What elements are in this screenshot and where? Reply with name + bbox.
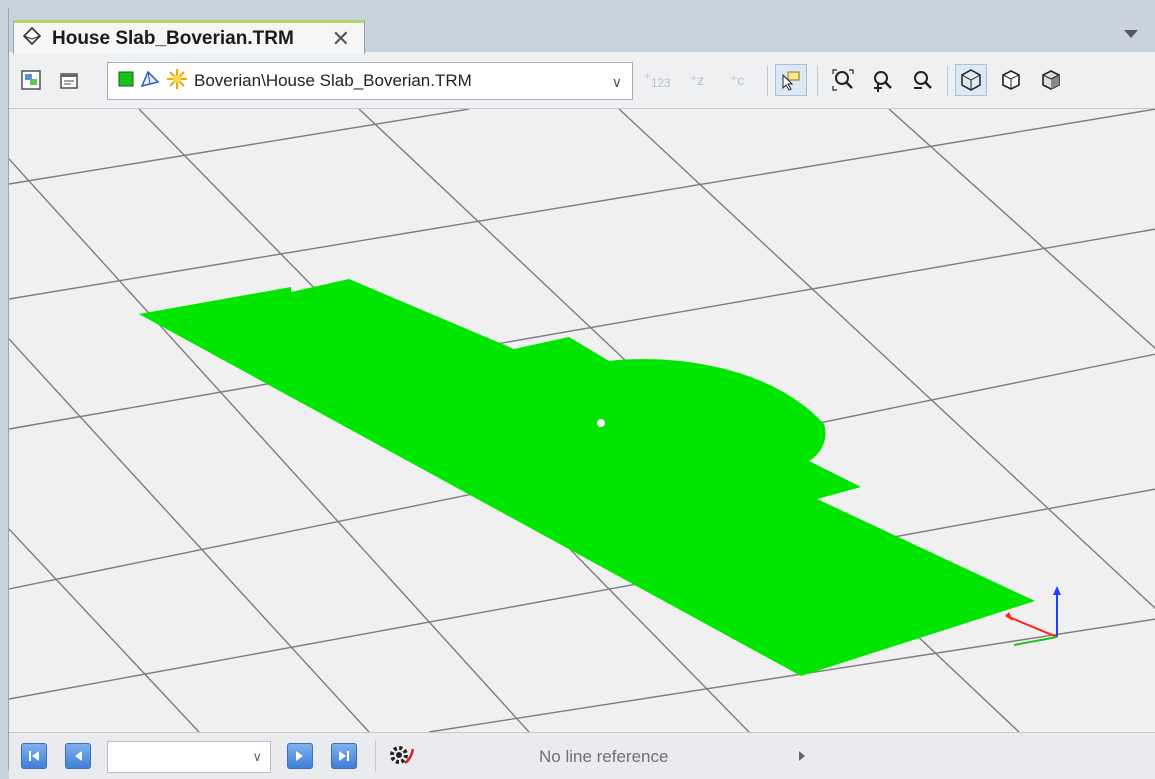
zoom-out-button[interactable] [907, 64, 939, 96]
status-bar: ∨ No line reference [9, 732, 1155, 779]
pivot-point [597, 419, 605, 427]
green-layer-icon [118, 71, 134, 92]
box-view-button[interactable] [995, 64, 1027, 96]
3d-viewport[interactable] [9, 109, 1155, 732]
view-toolbar: Boverian\House Slab_Boverian.TRM ∨ ⁺123 … [9, 54, 1155, 109]
zoom-extents-button[interactable] [827, 64, 859, 96]
line-reference-text: No line reference [539, 747, 669, 766]
play-icon[interactable] [799, 751, 805, 761]
add-code-button[interactable]: ⁺c [721, 64, 753, 96]
add-point-number-button[interactable]: ⁺123 [641, 64, 673, 96]
first-record-button[interactable] [21, 743, 47, 769]
tab-close-icon[interactable]: ✕ [332, 26, 350, 52]
document-window: House Slab_Boverian.TRM ✕ Boverian\House… [8, 8, 1155, 779]
tab-document[interactable]: House Slab_Boverian.TRM ✕ [13, 20, 365, 54]
view-layers-icon[interactable] [15, 64, 47, 96]
slab-surface [139, 279, 1035, 676]
properties-icon[interactable] [53, 64, 85, 96]
wireframe-view-button[interactable] [955, 64, 987, 96]
scene-canvas[interactable] [9, 109, 1155, 732]
previous-record-button[interactable] [65, 743, 91, 769]
zoom-in-button[interactable] [867, 64, 899, 96]
tab-menu-chevron-down-icon[interactable] [1124, 30, 1138, 38]
model-path-dropdown[interactable]: Boverian\House Slab_Boverian.TRM ∨ [107, 62, 633, 100]
last-record-button[interactable] [331, 743, 357, 769]
model-path-text: Boverian\House Slab_Boverian.TRM [194, 71, 472, 90]
settings-gear-icon[interactable] [387, 743, 415, 774]
select-mode-button[interactable] [775, 64, 807, 96]
status-separator [375, 741, 376, 771]
model-icon [22, 26, 42, 51]
chevron-down-icon[interactable]: ∨ [612, 74, 622, 91]
toolbar-separator [817, 66, 818, 96]
add-c-label: c [737, 71, 745, 88]
shaded-view-button[interactable] [1035, 64, 1067, 96]
toolbar-separator [947, 66, 948, 96]
tab-title: House Slab_Boverian.TRM [52, 27, 294, 49]
add-point-label: 123 [650, 76, 671, 90]
add-elevation-button[interactable]: ⁺z [681, 64, 713, 96]
chevron-down-icon[interactable]: ∨ [252, 749, 262, 765]
highlight-icon [166, 68, 188, 95]
next-record-button[interactable] [287, 743, 313, 769]
add-z-label: z [697, 71, 705, 88]
surface-icon [140, 70, 160, 93]
record-select[interactable]: ∨ [107, 741, 271, 773]
tab-strip: House Slab_Boverian.TRM ✕ [9, 8, 1155, 54]
toolbar-separator [767, 66, 768, 96]
